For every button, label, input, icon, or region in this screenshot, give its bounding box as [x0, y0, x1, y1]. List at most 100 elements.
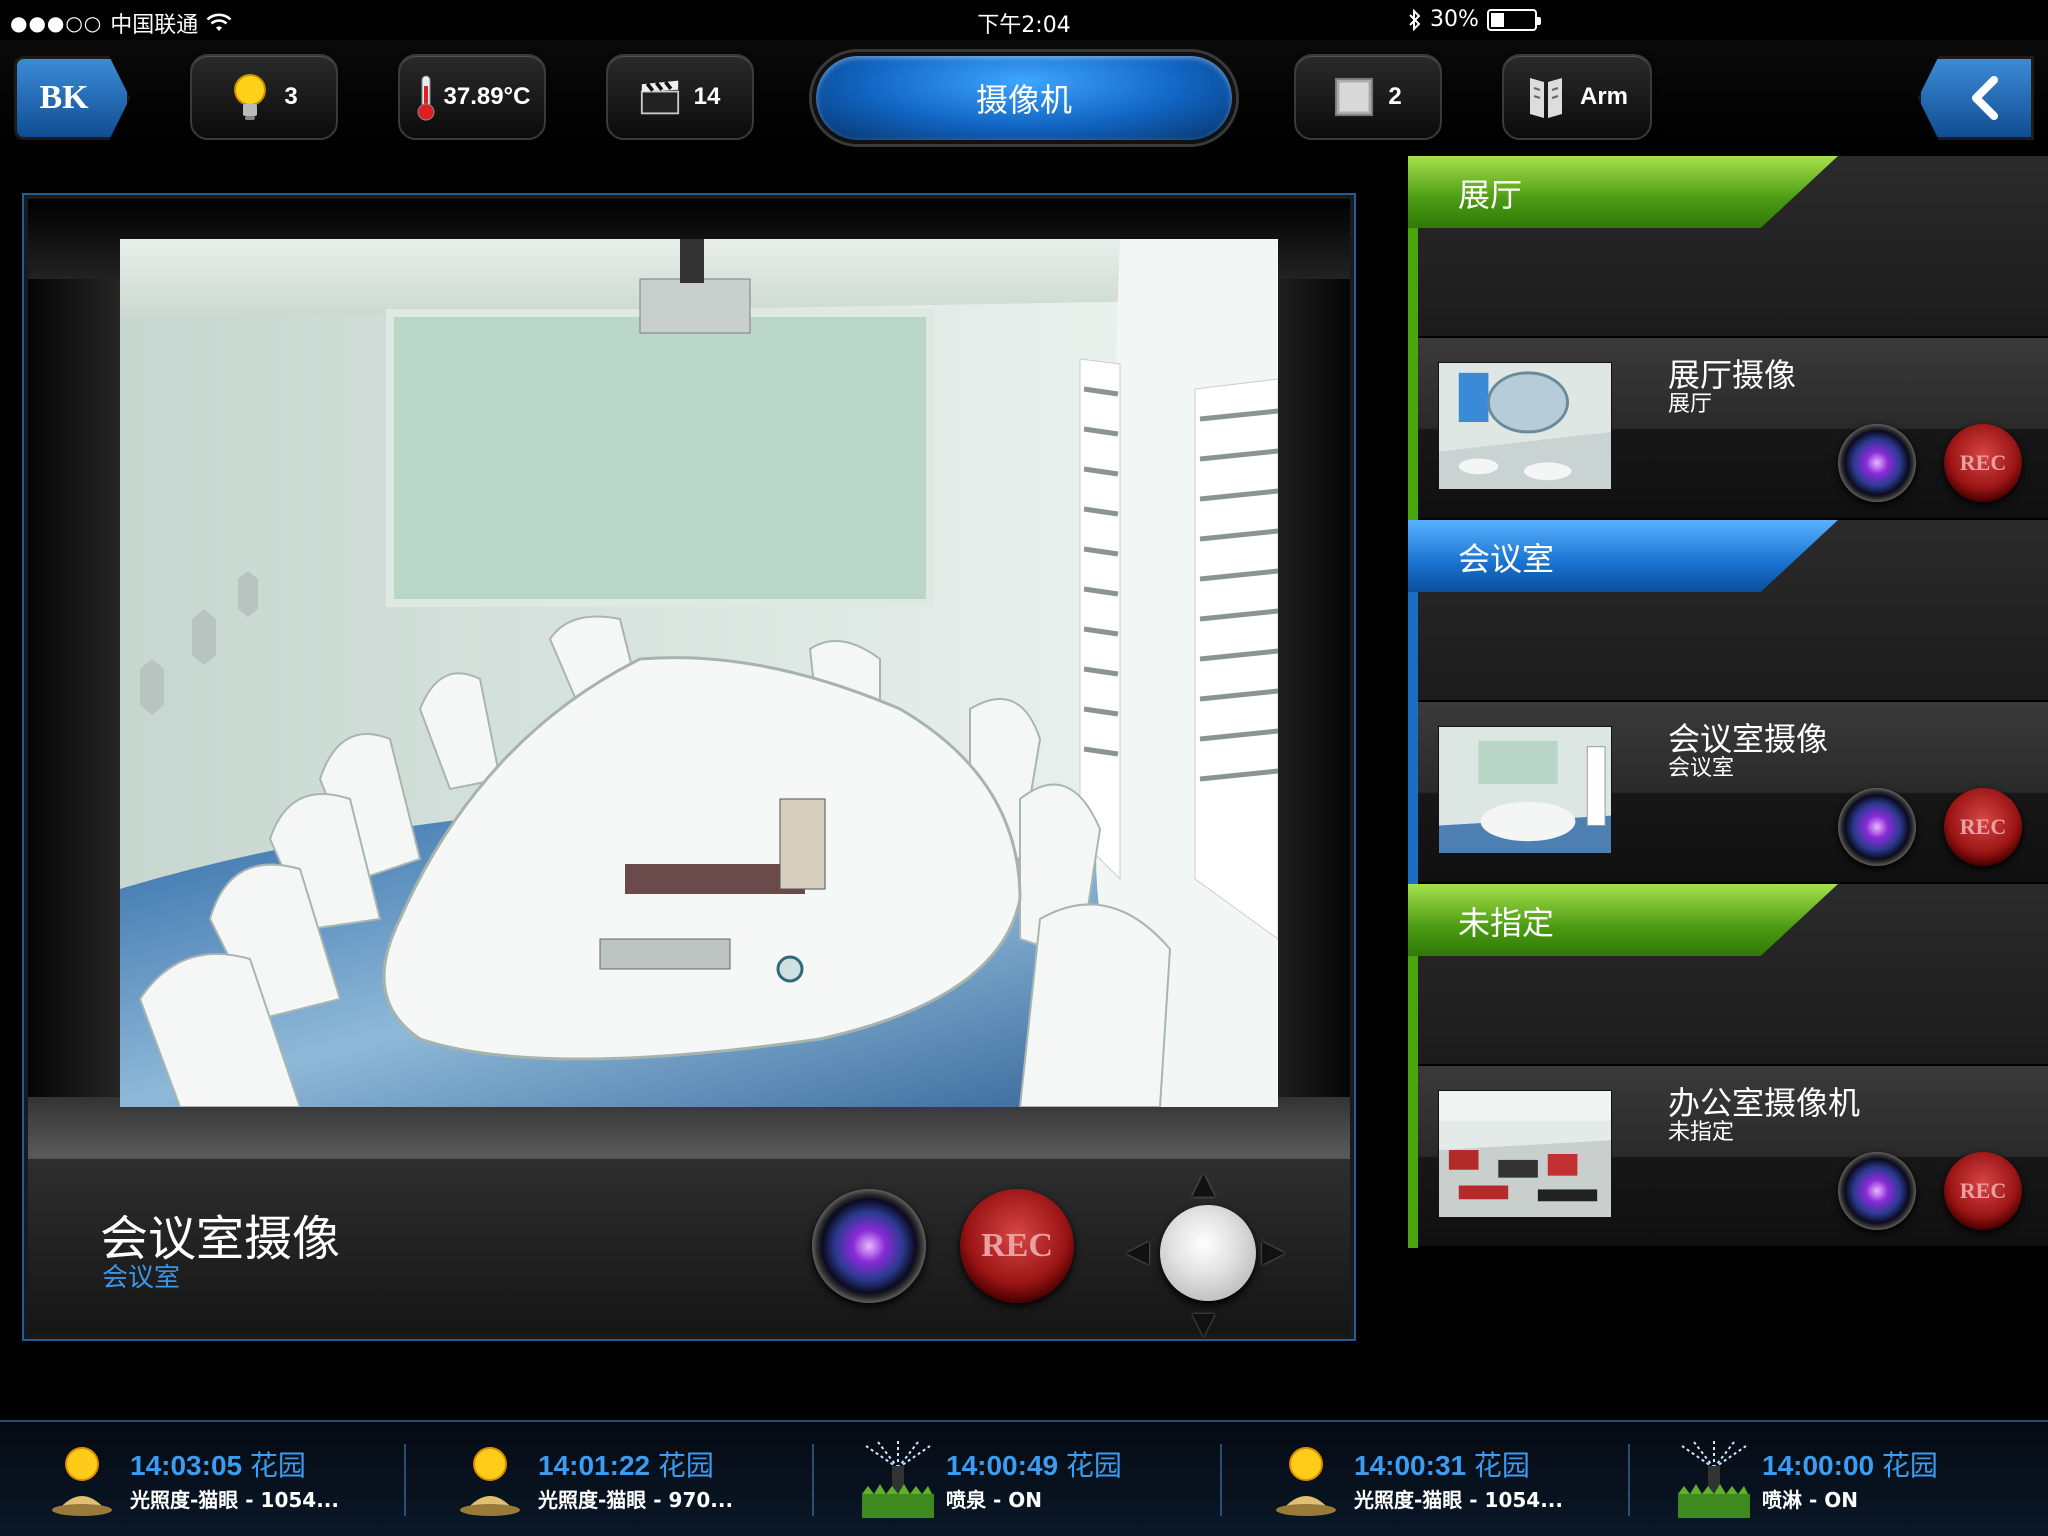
camera-thumbnail[interactable]	[1438, 1090, 1612, 1218]
event-divider	[1628, 1444, 1630, 1516]
camera-record-button[interactable]: REC	[1944, 788, 2022, 866]
sprinkler-icon	[1674, 1438, 1754, 1522]
event-device: 喷泉	[946, 1488, 986, 1512]
bluetooth-icon	[1409, 8, 1421, 31]
event-time: 14:00:00	[1762, 1450, 1875, 1481]
back-button[interactable]	[1918, 56, 2034, 140]
event-time: 14:01:22	[538, 1450, 651, 1481]
event-item[interactable]: 14:00:00 花园 喷淋 - ON	[1642, 1436, 2042, 1526]
temperature-button[interactable]: 37.89°C	[398, 54, 546, 140]
record-button-label: REC	[1959, 1178, 2007, 1203]
record-button[interactable]: REC	[960, 1189, 1074, 1303]
sprinkler-icon	[858, 1438, 938, 1522]
event-location: 花园	[249, 1450, 306, 1481]
camera-view-button[interactable]	[1838, 424, 1916, 502]
battery-icon	[1486, 8, 1541, 31]
sun-lamp-icon	[42, 1438, 122, 1522]
scenes-count: 14	[693, 83, 721, 110]
shades-button[interactable]: 2	[1294, 54, 1442, 140]
page-title-text: 摄像机	[975, 81, 1072, 119]
camera-item-office[interactable]: 办公室摄像机 未指定 REC	[1408, 1066, 2048, 1248]
event-value: - 970...	[646, 1488, 734, 1512]
sun-lamp-icon	[1266, 1438, 1346, 1522]
current-camera-room: 会议室	[102, 1263, 181, 1293]
pan-up-arrow-icon[interactable]: ▲	[1192, 1169, 1215, 1199]
event-divider	[1220, 1444, 1222, 1516]
event-device: 光照度-猫眼	[130, 1488, 239, 1512]
event-value: - ON	[1802, 1488, 1858, 1512]
group-color-bar	[1408, 702, 1418, 884]
event-divider	[812, 1444, 814, 1516]
lights-button[interactable]: 3	[190, 54, 338, 140]
event-item[interactable]: 14:03:05 花园 光照度-猫眼 - 1054...	[10, 1436, 410, 1526]
security-state: Arm	[1579, 83, 1628, 110]
chevron-left-icon	[1972, 76, 1998, 120]
pan-left-arrow-icon[interactable]: ◀	[1126, 1237, 1149, 1267]
camera-list: 展厅 展厅摄像 展厅 REC 会议室 会议室摄像 会议室 REC 未指定 办公室…	[1408, 156, 2048, 1248]
event-location: 花园	[1473, 1450, 1530, 1481]
event-device: 光照度-猫眼	[538, 1488, 647, 1512]
group-name: 会议室	[1458, 540, 1555, 578]
group-color-bar	[1408, 338, 1418, 520]
home-logo-button[interactable]: BK	[14, 56, 130, 140]
camera-item-hall[interactable]: 展厅摄像 展厅 REC	[1408, 338, 2048, 520]
event-value: - ON	[986, 1488, 1042, 1512]
logo-text: BK	[39, 79, 89, 116]
event-value: - 1054...	[1462, 1488, 1563, 1512]
ptz-joystick[interactable]: ▲ ▼ ◀ ▶	[1126, 1169, 1288, 1339]
security-button[interactable]: Arm	[1502, 54, 1652, 140]
camera-room: 会议室	[1668, 756, 1735, 781]
thermometer-icon	[414, 72, 438, 122]
shade-icon	[1334, 72, 1374, 122]
record-button-label: REC	[981, 1227, 1053, 1264]
group-name: 未指定	[1458, 904, 1555, 942]
camera-record-button[interactable]: REC	[1944, 1152, 2022, 1230]
event-divider	[404, 1444, 406, 1516]
group-header-unassigned[interactable]: 未指定	[1408, 884, 2048, 1066]
event-device: 光照度-猫眼	[1354, 1488, 1463, 1512]
lights-count: 3	[284, 83, 298, 110]
pan-down-arrow-icon[interactable]: ▼	[1192, 1309, 1215, 1339]
camera-item-meeting-room[interactable]: 会议室摄像 会议室 REC	[1408, 702, 2048, 884]
event-item[interactable]: 14:01:22 花园 光照度-猫眼 - 970...	[418, 1436, 818, 1526]
group-header-meeting-room[interactable]: 会议室	[1408, 520, 2048, 702]
record-button-label: REC	[1959, 814, 2007, 839]
event-log-bar: 14:03:05 花园 光照度-猫眼 - 1054... 14:01:22 花园…	[0, 1420, 2048, 1536]
snapshot-lens-button[interactable]	[812, 1189, 926, 1303]
clapperboard-icon	[640, 72, 680, 122]
shades-count: 2	[1388, 83, 1402, 110]
camera-video-feed[interactable]	[120, 239, 1278, 1107]
sun-lamp-icon	[450, 1438, 530, 1522]
group-header-hall[interactable]: 展厅	[1408, 156, 2048, 338]
camera-viewer: 会议室摄像 会议室 REC ▲ ▼ ◀ ▶	[22, 193, 1356, 1341]
camera-view-button[interactable]	[1838, 1152, 1916, 1230]
record-button-label: REC	[1959, 450, 2007, 475]
event-location: 花园	[657, 1450, 714, 1481]
camera-thumbnail[interactable]	[1438, 726, 1612, 854]
event-time: 14:00:31	[1354, 1450, 1467, 1481]
group-color-bar	[1408, 1066, 1418, 1248]
event-location: 花园	[1881, 1450, 1938, 1481]
temperature-value: 37.89°C	[443, 83, 531, 110]
camera-view-button[interactable]	[1838, 788, 1916, 866]
battery-percent: 30%	[1430, 7, 1479, 32]
event-value: - 1054...	[238, 1488, 339, 1512]
status-bar: ●●●○○ 中国联通 下午2:04 30%	[0, 0, 2048, 40]
video-frame	[28, 199, 1350, 1157]
camera-thumbnail[interactable]	[1438, 362, 1612, 490]
top-nav: BK 3 37.89°C 14 摄像机 2 Arm	[0, 40, 2048, 150]
event-item[interactable]: 14:00:49 花园 喷泉 - ON	[826, 1436, 1226, 1526]
event-device: 喷淋	[1762, 1488, 1802, 1512]
camera-room: 展厅	[1668, 392, 1713, 417]
ptz-knob[interactable]	[1160, 1205, 1256, 1301]
event-item[interactable]: 14:00:31 花园 光照度-猫眼 - 1054...	[1234, 1436, 1634, 1526]
scenes-button[interactable]: 14	[606, 54, 754, 140]
light-bulb-icon	[230, 72, 270, 122]
event-time: 14:00:49	[946, 1450, 1059, 1481]
group-name: 展厅	[1458, 176, 1523, 214]
viewer-control-panel: 会议室摄像 会议室 REC ▲ ▼ ◀ ▶	[28, 1157, 1350, 1339]
clock: 下午2:04	[977, 13, 1071, 38]
pan-right-arrow-icon[interactable]: ▶	[1262, 1237, 1285, 1267]
event-time: 14:03:05	[130, 1450, 243, 1481]
camera-record-button[interactable]: REC	[1944, 424, 2022, 502]
